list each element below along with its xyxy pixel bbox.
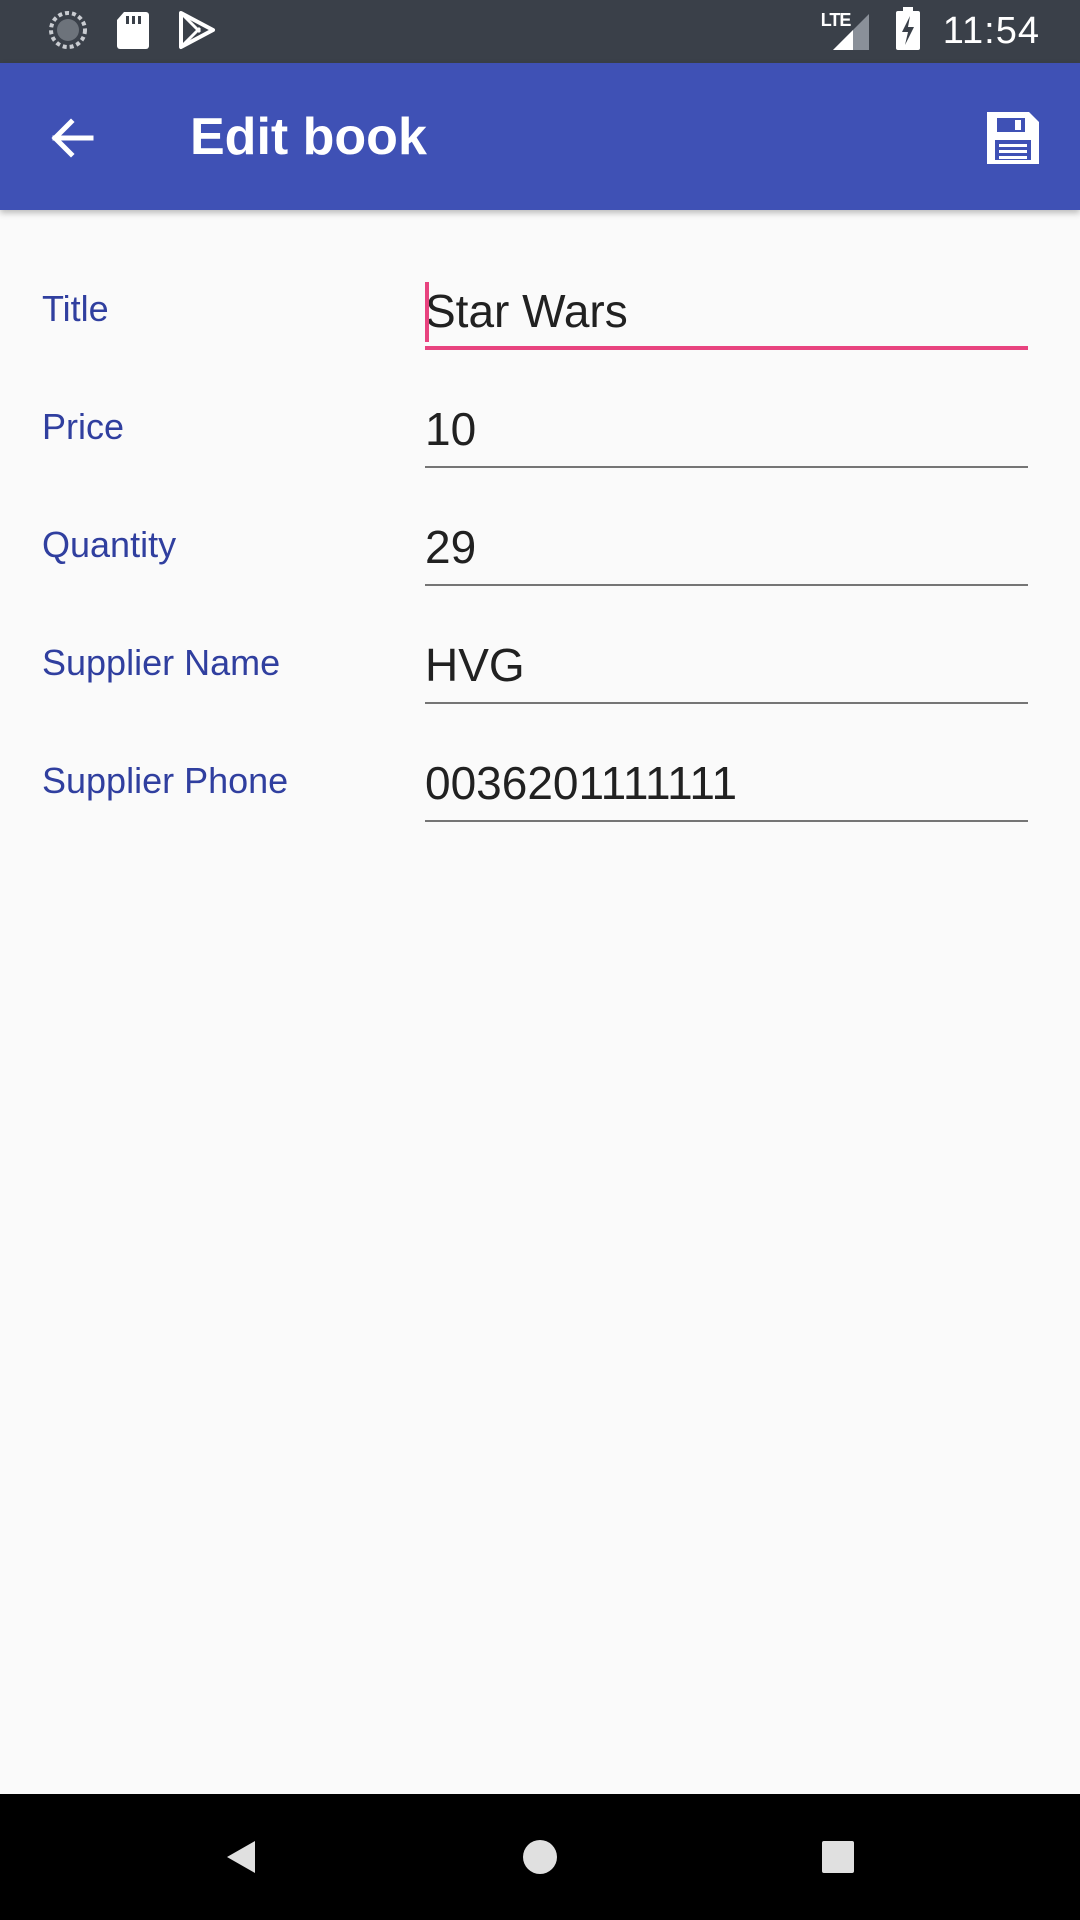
form-row-quantity: Quantity	[0, 476, 1080, 594]
quantity-label: Quantity	[42, 524, 177, 565]
nav-back-button[interactable]	[206, 1822, 276, 1892]
book-edit-form: Title Price Quantity Supplier Name Suppl…	[0, 240, 1080, 830]
recents-square-icon	[822, 1841, 854, 1873]
status-right-group: LTE 11:54	[821, 0, 1040, 63]
save-button[interactable]	[978, 103, 1048, 173]
arrow-back-icon	[51, 118, 94, 158]
title-input[interactable]	[425, 276, 1028, 346]
status-bar: LTE 11:54	[0, 0, 1080, 63]
price-field-wrapper	[425, 394, 1028, 468]
supplier-name-input[interactable]	[425, 630, 1028, 700]
supplier-phone-label: Supplier Phone	[42, 760, 289, 801]
quantity-input[interactable]	[425, 512, 1028, 582]
system-nav-bar	[0, 1794, 1080, 1920]
loading-circle-icon	[48, 10, 88, 55]
sd-card-icon	[116, 10, 150, 55]
supplier-name-label: Supplier Name	[42, 642, 281, 683]
play-store-icon	[178, 10, 216, 55]
quantity-field-wrapper	[425, 512, 1028, 586]
price-input[interactable]	[425, 394, 1028, 464]
form-row-supplier-phone: Supplier Phone	[0, 712, 1080, 830]
status-clock: 11:54	[942, 10, 1040, 52]
form-row-title: Title	[0, 240, 1080, 358]
price-label: Price	[42, 406, 125, 447]
app-bar: Edit book	[0, 63, 1080, 210]
title-field-wrapper	[425, 276, 1028, 350]
status-left-icons	[48, 10, 216, 54]
nav-home-button[interactable]	[505, 1822, 575, 1892]
home-circle-icon	[523, 1840, 557, 1874]
supplier-phone-field-wrapper	[425, 748, 1028, 822]
form-row-price: Price	[0, 358, 1080, 476]
back-triangle-icon	[227, 1841, 255, 1873]
battery-charging-icon	[895, 7, 921, 56]
supplier-phone-input[interactable]	[425, 748, 1028, 818]
supplier-name-field-wrapper	[425, 630, 1028, 704]
form-row-supplier-name: Supplier Name	[0, 594, 1080, 712]
text-cursor	[425, 282, 429, 342]
save-icon	[987, 112, 1039, 164]
nav-recents-button[interactable]	[803, 1822, 873, 1892]
page-title: Edit book	[190, 108, 427, 166]
back-button[interactable]	[36, 103, 106, 173]
signal-icon: LTE	[821, 10, 873, 54]
title-label: Title	[42, 288, 109, 329]
